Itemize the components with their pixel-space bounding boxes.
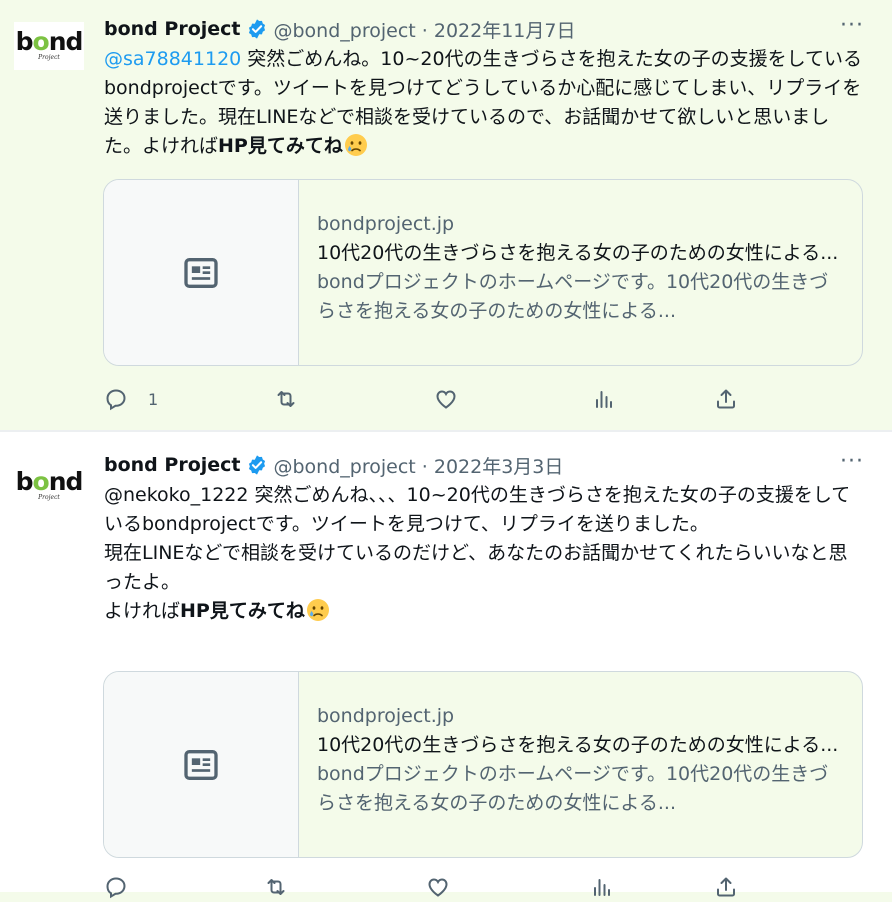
card-thumbnail [104,180,299,365]
tweet-text-segment: よければ [104,600,181,622]
logo-wordmark: bond [15,467,84,496]
reply-icon [106,877,126,899]
mention-link[interactable]: @sa78841120 [104,48,241,70]
link-preview-card[interactable]: bondproject.jp 10代20代の生きづらさを抱える女の子のための女性… [103,179,863,366]
retweet-icon [267,879,285,895]
card-thumbnail [104,672,299,857]
verified-badge-icon[interactable] [246,454,268,476]
card-description: bondプロジェクトのホームページです。10代20代の生きづらさを抱える女の子の… [317,763,829,814]
card-title: 10代20代の生きづらさを抱える女の子のための女性による... [317,242,839,264]
tweet[interactable]: bond Project bond Project @bond_project … [0,0,892,430]
tweet-bold-text: HP見てみてね [218,135,343,157]
like-button[interactable] [426,872,450,902]
reply-icon [106,389,126,411]
tweet-text: @nekoko_1222 突然ごめんね、、、10~20代の生きづらさを抱えた女の… [104,481,864,626]
author-name[interactable]: bond Project [104,18,241,40]
tweet-bold-text: HP見てみてね [180,600,305,622]
views-button[interactable] [590,872,614,902]
more-options-icon[interactable]: ··· [840,15,864,37]
retweet-button[interactable] [264,872,288,902]
card-description: bondプロジェクトのホームページです。10代20代の生きづらさを抱える女の子の… [317,271,829,322]
reply-button[interactable]: 1 [104,384,158,414]
logo-wordmark: bond [15,27,84,56]
logo-subtitle: Project [38,54,60,61]
card-text: bondproject.jp 10代20代の生きづらさを抱える女の子のための女性… [317,210,847,326]
tweet-header: bond Project @bond_project · 2022年11月7日 [104,15,575,43]
like-icon [428,878,448,897]
author-handle-date[interactable]: @bond_project · 2022年11月7日 [274,16,576,43]
avatar[interactable]: bond Project [14,22,84,70]
crying-face-emoji [344,134,367,156]
verified-badge-icon[interactable] [246,18,268,40]
card-text: bondproject.jp 10代20代の生きづらさを抱える女の子のための女性… [317,702,847,818]
more-options-icon[interactable]: ··· [840,451,864,473]
logo-subtitle: Project [38,494,60,501]
share-icon [717,389,735,409]
views-icon [596,391,612,408]
tweet[interactable]: bond Project bond Project @bond_project … [0,432,892,899]
share-icon [717,877,735,897]
card-domain: bondproject.jp [317,705,455,727]
link-preview-card[interactable]: bondproject.jp 10代20代の生きづらさを抱える女の子のための女性… [103,671,863,858]
retweet-icon [277,391,295,407]
tweet-text-segment: 現在LINEなどで相談を受けているのだけど、あなたのお話聞かせてくれたらいいなと… [104,542,848,593]
share-button[interactable] [714,384,738,414]
views-button[interactable] [592,384,616,414]
like-icon [436,390,456,409]
reply-count: 1 [148,389,159,409]
tweet-actions [104,872,764,902]
card-title: 10代20代の生きづらさを抱える女の子のための女性による... [317,734,839,756]
tweet-actions: 1 [104,384,764,414]
tweet-header: bond Project @bond_project · 2022年3月3日 [104,451,563,479]
share-button[interactable] [714,872,738,902]
reply-button[interactable] [104,872,128,902]
retweet-button[interactable] [274,384,298,414]
article-icon [184,257,218,288]
views-icon [594,879,610,896]
tweet-text: @sa78841120 突然ごめんね。10~20代の生きづらさを抱えた女の子の支… [104,45,864,161]
author-name[interactable]: bond Project [104,454,241,476]
mention-link[interactable]: @nekoko_1222 [104,484,249,506]
author-handle-date[interactable]: @bond_project · 2022年3月3日 [274,452,564,479]
like-button[interactable] [434,384,458,414]
article-icon [184,749,218,780]
crying-face-emoji [306,599,329,621]
card-domain: bondproject.jp [317,213,455,235]
avatar[interactable]: bond Project [14,462,84,510]
